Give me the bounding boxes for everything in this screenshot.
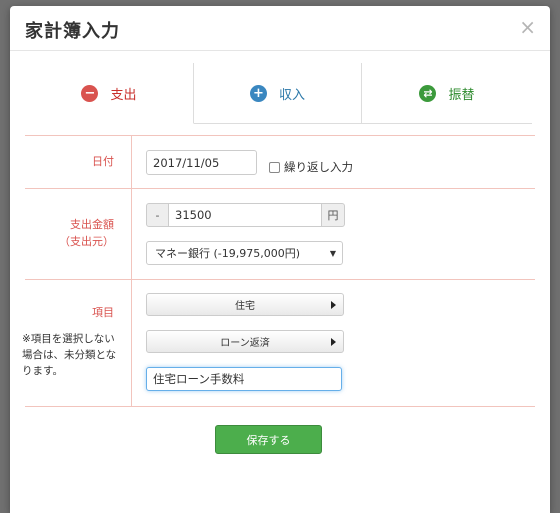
chevron-right-icon <box>331 337 336 346</box>
modal-title: 家計簿入力 <box>25 21 120 42</box>
chevron-right-icon <box>331 300 336 309</box>
household-ledger-modal: 家計簿入力 × − 支出 + 収入 ⇄ 振替 日付 2017/11/05 繰り返… <box>10 6 550 513</box>
account-select-value: マネー銀行 (-19,975,000円) <box>155 247 301 260</box>
amount-sign: - <box>146 203 169 227</box>
form-column-divider <box>131 135 132 406</box>
checkbox-icon <box>269 161 280 173</box>
chevron-down-icon: ▼ <box>329 248 336 258</box>
amount-sublabel: （支出元） <box>59 235 114 248</box>
amount-input[interactable]: 31500 <box>168 203 322 227</box>
form-divider <box>25 279 535 280</box>
tab-income-label: 収入 <box>278 87 305 103</box>
tab-expense-label: 支出 <box>110 87 137 103</box>
repeat-label: 繰り返し入力 <box>284 160 353 174</box>
transfer-circle-icon: ⇄ <box>419 84 437 102</box>
form-divider <box>25 135 535 136</box>
save-button[interactable]: 保存する <box>215 425 322 454</box>
category-sub-label: ローン返済 <box>220 338 270 349</box>
entry-type-tabs: − 支出 + 収入 ⇄ 振替 <box>25 63 532 124</box>
tab-expense[interactable]: − 支出 <box>25 63 194 124</box>
account-select[interactable]: マネー銀行 (-19,975,000円) ▼ <box>146 241 343 265</box>
amount-label: 支出金額 <box>70 218 114 231</box>
tab-income[interactable]: + 収入 <box>194 63 362 123</box>
amount-unit: 円 <box>321 203 345 227</box>
plus-circle-icon: + <box>249 84 267 102</box>
form-divider <box>25 406 535 407</box>
category-main-label: 住宅 <box>235 301 255 312</box>
minus-circle-icon: − <box>81 84 99 102</box>
tab-transfer[interactable]: ⇄ 振替 <box>362 63 532 123</box>
memo-input[interactable]: 住宅ローン手数料 <box>146 367 342 391</box>
repeat-checkbox[interactable]: 繰り返し入力 <box>269 159 353 175</box>
category-label: 項目 <box>92 306 114 319</box>
category-note: ※項目を選択しない場合は、未分類となります。 <box>22 333 117 377</box>
close-icon[interactable]: × <box>519 15 536 39</box>
form-divider <box>25 188 535 189</box>
date-input[interactable]: 2017/11/05 <box>146 150 257 175</box>
tab-transfer-label: 振替 <box>448 87 475 103</box>
category-main-button[interactable]: 住宅 <box>146 293 344 316</box>
category-sub-button[interactable]: ローン返済 <box>146 330 344 353</box>
date-label: 日付 <box>92 155 114 168</box>
modal-header: 家計簿入力 × <box>10 6 550 51</box>
